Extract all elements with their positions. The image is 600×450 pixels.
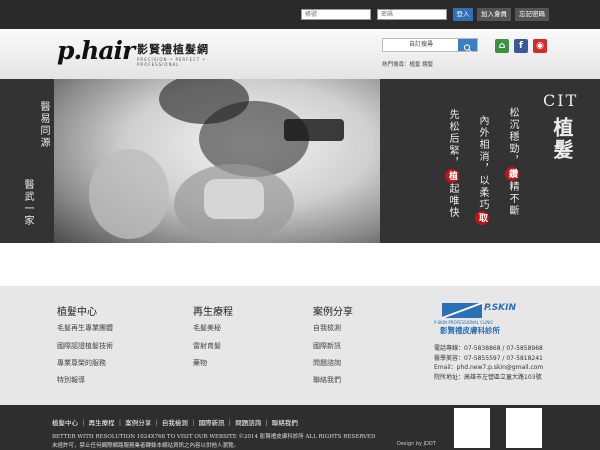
join-member-button[interactable]: 加入會員 [477, 8, 511, 21]
surgeon-image [89, 79, 344, 243]
col-title-hair-center[interactable]: 植髮中心 [57, 303, 97, 318]
clinic-beauty-phone: 醫學美容：07-5855597 / 07-5818241 [434, 354, 543, 362]
banner-brand-word: 植髮 [550, 117, 574, 161]
slogan-line-3: 先松后緊，植起唯快 [445, 109, 460, 219]
link-item[interactable]: 毛髮美秘 [193, 323, 221, 333]
logo-name: 影賢禮植髮網 [137, 43, 209, 56]
slogan-3-mark: 植 [445, 169, 459, 183]
site-footer: 植髮中心 ｜ 再生療程 ｜ 案例分享 ｜ 自我檢測 ｜ 國際新訊 ｜ 問題諮詢 … [0, 405, 600, 450]
hot-search-terms[interactable]: 植髮 鏡髮 [410, 62, 434, 68]
clinic-name: 影賢禮皮膚科診所 [440, 326, 500, 335]
facebook-icon[interactable]: f [514, 39, 528, 53]
qr-code [506, 408, 542, 448]
qr-code [454, 408, 490, 448]
clinic-info: 電話專線：07-5838868 / 07-5858968 醫學美容：07-585… [434, 344, 543, 382]
footer-nav-item[interactable]: 植髮中心 [52, 419, 78, 427]
logo-tagline: PRECISION • PERFECT • PROFESSIONAL [137, 57, 206, 67]
link-item[interactable]: 專業尊榮的服務 [57, 358, 106, 368]
slogan-line-1: 松沉穩勁，鑽精不斷 [505, 107, 520, 217]
site-header: p.hair 影賢禮植髮網 PRECISION • PERFECT • PROF… [0, 29, 600, 79]
clinic-logo: P.SKIN P-SKIN PROFESSIONAL CLINIC 影賢禮皮膚科… [434, 302, 520, 335]
home-icon[interactable]: ⌂ [495, 39, 509, 53]
footer-nav-item[interactable]: 聯絡我們 [272, 419, 298, 427]
link-item[interactable]: 自我檢測 [313, 323, 341, 333]
copyright-line: BETTER WITH RESOLUTION 1024X768 TO VISIT… [52, 434, 376, 440]
hero-banner: 醫易同源 醫武一家 CIT 植髮 松沉穩勁，鑽精不斷 內外相消，以柔巧取 先松后… [0, 79, 600, 243]
hot-search: 熱門搜尋：植髮 鏡髮 [382, 60, 433, 68]
link-item[interactable]: 特別報導 [57, 375, 85, 385]
footer-nav: 植髮中心 ｜ 再生療程 ｜ 案例分享 ｜ 自我檢測 ｜ 國際新訊 ｜ 問題諮詢 … [52, 419, 298, 427]
spacer-band [0, 243, 600, 286]
slogan-3-pre: 先松后緊， [447, 109, 458, 169]
clinic-email[interactable]: Email：phd.new7.p.skin@gmail.com [434, 363, 543, 373]
password-input[interactable]: 密碼 [377, 9, 447, 20]
slogan-3-post: 起唯快 [447, 183, 458, 219]
weibo-icon[interactable]: ◉ [533, 39, 547, 53]
footer-nav-item[interactable]: 國際新訊 [199, 419, 225, 427]
search-box[interactable]: 自訂搜尋 [382, 38, 478, 52]
col-title-regeneration[interactable]: 再生療程 [193, 303, 233, 318]
link-item[interactable]: 國際新訊 [313, 341, 341, 351]
banner-left-line1: 醫易同源 [38, 101, 49, 149]
forgot-password-button[interactable]: 忘記密碼 [515, 8, 549, 21]
clinic-address: 院所地址：高雄市左營區立童大路103號 [434, 373, 542, 381]
banner-brand: CIT [543, 91, 579, 110]
footer-nav-item[interactable]: 再生療程 [89, 419, 115, 427]
logo-mark: p.hair [57, 36, 135, 65]
search-button[interactable] [458, 39, 477, 52]
hero-photo [54, 79, 380, 243]
slogan-2-pre: 內外相消，以柔巧 [477, 115, 488, 211]
clinic-logo-text: P.SKIN [484, 303, 517, 313]
footer-nav-item[interactable]: 自我檢測 [162, 419, 188, 427]
design-credit: Design by JDDT [397, 441, 436, 447]
slogan-1-post: 精不斷 [507, 181, 518, 217]
link-item[interactable]: 聯絡我們 [313, 375, 341, 385]
banner-left-line2: 醫武一家 [22, 179, 33, 227]
site-logo[interactable]: p.hair 影賢禮植髮網 PRECISION • PERFECT • PROF… [57, 36, 237, 68]
footer-nav-item[interactable]: 問題諮詢 [235, 419, 261, 427]
link-item[interactable]: 雷射育髮 [193, 341, 221, 351]
link-item[interactable]: 藥物 [193, 358, 207, 368]
account-input[interactable]: 帳號 [301, 9, 371, 20]
col-title-cases[interactable]: 案例分享 [313, 303, 353, 318]
link-item[interactable]: 問題諮詢 [313, 358, 341, 368]
hot-search-label: 熱門搜尋： [382, 62, 410, 68]
slogan-line-2: 內外相消，以柔巧取 [475, 115, 490, 225]
link-item[interactable]: 毛髮再生專業團體 [57, 323, 113, 333]
search-icon [463, 44, 472, 52]
clinic-phone: 電話專線：07-5838868 / 07-5858968 [434, 345, 543, 352]
footer-nav-item[interactable]: 案例分享 [125, 419, 151, 427]
search-input[interactable]: 自訂搜尋 [383, 39, 459, 51]
slogan-1-pre: 松沉穩勁， [507, 107, 518, 167]
slogan-1-mark: 鑽 [505, 167, 519, 181]
top-bar: 帳號 密碼 登入 加入會員 忘記密碼 [0, 0, 600, 29]
disclaimer-line: 未經許可，禁止任何網際網路服務業者轉錄本網站資訊之內容以供他人瀏覽。 [52, 443, 240, 449]
slogan-2-mark: 取 [475, 211, 489, 225]
link-item[interactable]: 國際認證植髮技術 [57, 341, 113, 351]
footer-links: 植髮中心 毛髮再生專業團體 國際認證植髮技術 專業尊榮的服務 特別報導 再生療程… [0, 286, 600, 405]
login-button[interactable]: 登入 [453, 8, 473, 21]
